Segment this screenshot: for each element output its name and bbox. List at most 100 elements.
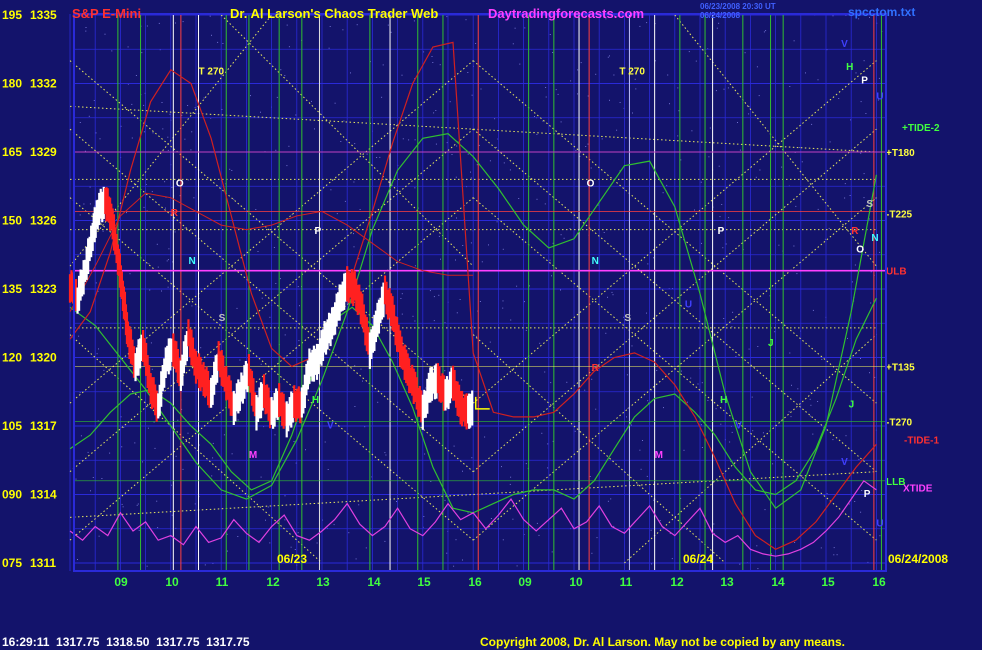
background-dot bbox=[470, 171, 471, 173]
background-dot bbox=[844, 183, 846, 185]
background-dot bbox=[758, 95, 760, 97]
background-dot bbox=[275, 149, 277, 151]
background-dot bbox=[425, 230, 427, 232]
background-dot bbox=[414, 320, 416, 322]
background-dot bbox=[878, 77, 880, 79]
background-dot bbox=[358, 504, 360, 506]
background-dot bbox=[462, 245, 464, 246]
background-dot bbox=[250, 95, 251, 97]
background-dot bbox=[93, 100, 95, 101]
background-dot bbox=[801, 161, 803, 163]
background-dot bbox=[461, 379, 463, 381]
background-dot bbox=[809, 415, 811, 417]
y-code-label: 090 bbox=[2, 488, 22, 502]
background-dot bbox=[512, 518, 514, 520]
background-dot bbox=[295, 114, 297, 116]
background-dot bbox=[286, 165, 288, 167]
background-dot bbox=[603, 232, 605, 233]
right-level-label: -T270 bbox=[886, 417, 913, 428]
background-dot bbox=[336, 213, 338, 215]
background-dot bbox=[433, 296, 435, 298]
background-dot bbox=[799, 147, 801, 148]
background-dot bbox=[686, 529, 688, 530]
right-level-label: ULB bbox=[886, 267, 907, 278]
background-dot bbox=[595, 73, 597, 75]
background-dot bbox=[462, 559, 463, 561]
background-dot bbox=[519, 63, 521, 65]
background-dot bbox=[446, 16, 448, 18]
background-dot bbox=[756, 66, 758, 68]
background-dot bbox=[851, 281, 853, 283]
background-dot bbox=[85, 30, 87, 32]
background-dot bbox=[203, 97, 205, 99]
background-dot bbox=[103, 369, 105, 371]
background-dot bbox=[671, 558, 673, 560]
background-dot bbox=[797, 388, 799, 390]
background-dot bbox=[788, 411, 790, 413]
background-dot bbox=[353, 181, 355, 183]
background-dot bbox=[381, 96, 383, 98]
y-code-label: 165 bbox=[2, 145, 22, 159]
background-dot bbox=[691, 130, 693, 132]
background-dot bbox=[297, 286, 299, 288]
background-dot bbox=[860, 101, 862, 103]
background-dot bbox=[771, 553, 772, 555]
background-dot bbox=[828, 227, 830, 229]
background-dot bbox=[297, 532, 299, 534]
right-level-label: +T180 bbox=[886, 148, 915, 159]
background-dot bbox=[811, 123, 813, 125]
background-dot bbox=[865, 113, 867, 114]
copyright-line: Copyright 2008, Dr. Al Larson. May not b… bbox=[480, 635, 845, 649]
background-dot bbox=[751, 396, 753, 398]
y-price-label: 1326 bbox=[30, 214, 57, 228]
background-dot bbox=[387, 24, 389, 26]
background-dot bbox=[255, 209, 257, 210]
background-dot bbox=[646, 312, 647, 314]
background-dot bbox=[634, 78, 636, 80]
background-dot bbox=[795, 205, 797, 207]
y-code-label: 120 bbox=[2, 351, 22, 365]
background-dot bbox=[149, 289, 151, 291]
background-dot bbox=[653, 257, 654, 259]
background-dot bbox=[844, 197, 846, 199]
background-dot bbox=[569, 228, 571, 229]
background-dot bbox=[757, 346, 759, 347]
background-dot bbox=[275, 283, 277, 284]
right-level-label: -T225 bbox=[886, 210, 913, 221]
background-dot bbox=[102, 230, 104, 232]
background-dot bbox=[467, 72, 469, 73]
background-dot bbox=[700, 181, 702, 183]
planet-mark: O bbox=[587, 178, 595, 189]
background-dot bbox=[627, 407, 629, 409]
background-dot bbox=[723, 88, 725, 90]
background-dot bbox=[83, 203, 85, 205]
planet-mark: P bbox=[314, 226, 321, 237]
background-dot bbox=[167, 259, 169, 261]
background-dot bbox=[646, 475, 648, 477]
background-dot bbox=[653, 499, 655, 501]
background-dot bbox=[291, 214, 293, 216]
background-dot bbox=[732, 311, 734, 313]
background-dot bbox=[680, 370, 682, 372]
background-dot bbox=[111, 50, 113, 52]
background-dot bbox=[382, 64, 384, 66]
background-dot bbox=[211, 34, 212, 36]
background-dot bbox=[440, 258, 441, 260]
background-dot bbox=[350, 72, 351, 74]
background-dot bbox=[187, 179, 189, 181]
background-dot bbox=[794, 542, 796, 543]
background-dot bbox=[774, 331, 776, 333]
background-dot bbox=[663, 407, 664, 409]
background-dot bbox=[700, 424, 702, 426]
background-dot bbox=[377, 401, 379, 403]
background-dot bbox=[342, 29, 344, 31]
planet-mark: H bbox=[720, 395, 727, 406]
background-dot bbox=[863, 173, 865, 175]
day-label: 06/24 bbox=[683, 552, 713, 566]
y-code-label: 075 bbox=[2, 556, 22, 570]
background-dot bbox=[647, 400, 649, 402]
background-dot bbox=[161, 102, 163, 103]
background-dot bbox=[143, 206, 145, 208]
background-dot bbox=[590, 167, 592, 169]
background-dot bbox=[354, 143, 356, 145]
